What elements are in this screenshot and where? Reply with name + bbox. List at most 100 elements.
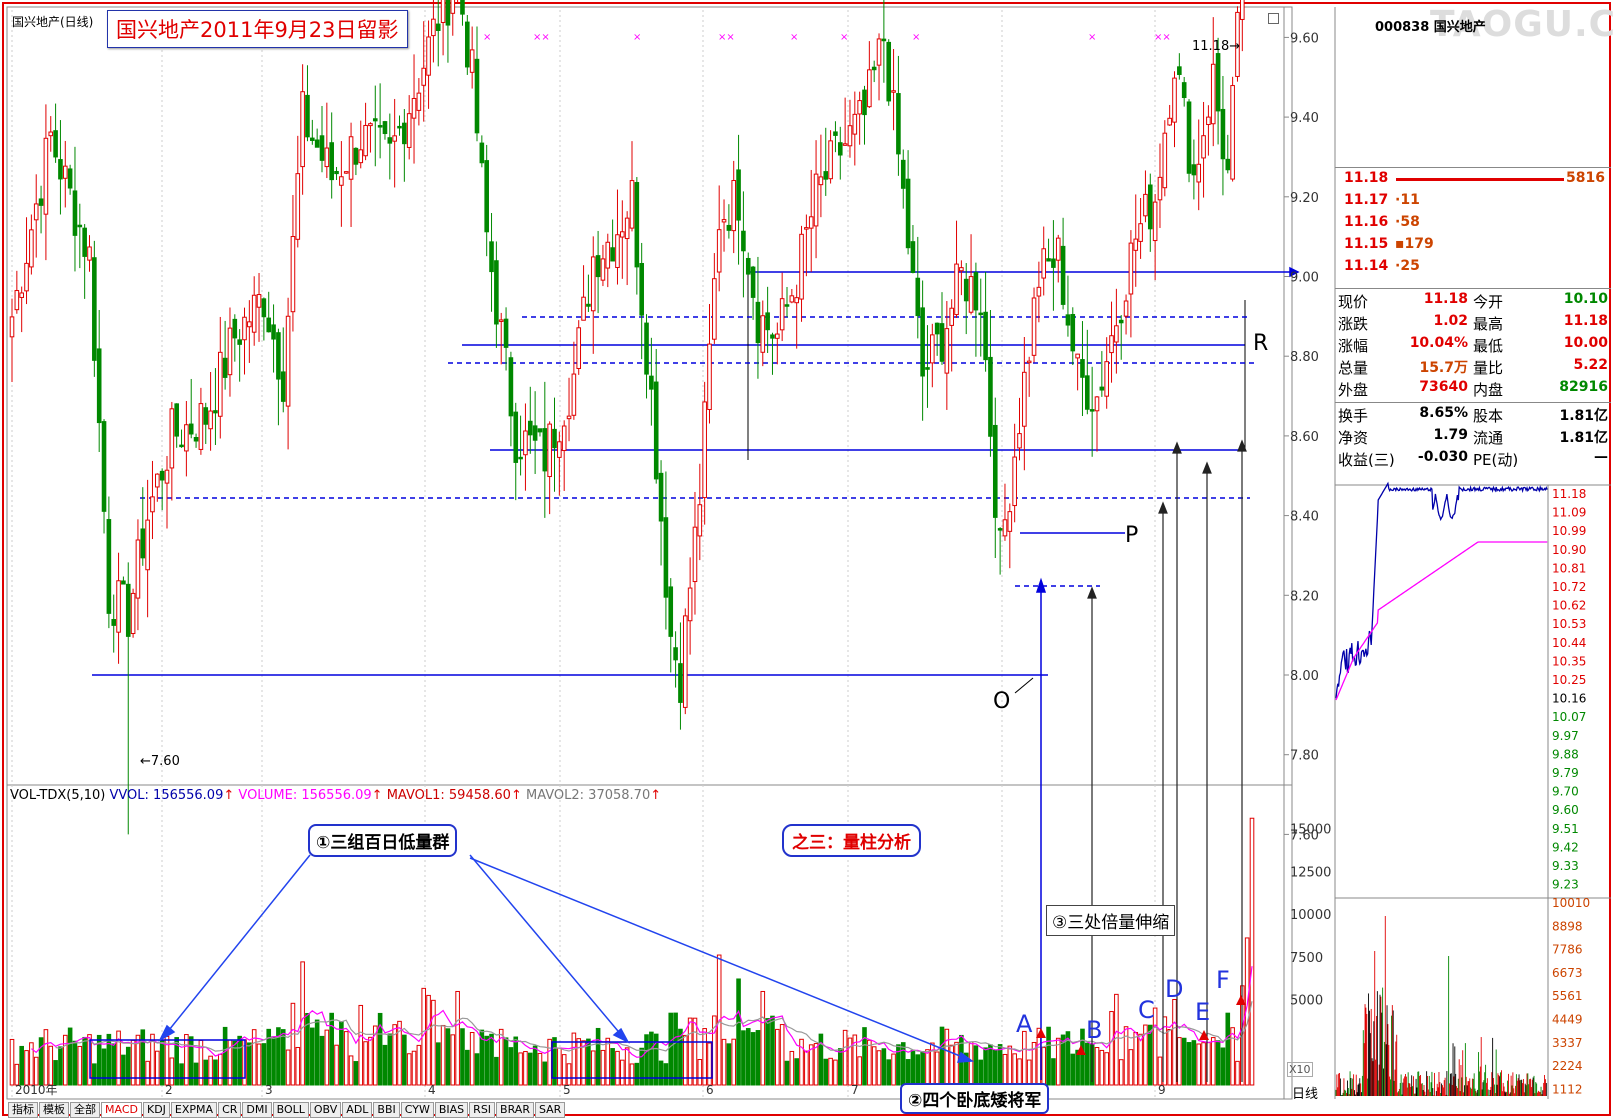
volume-bar [808,1044,814,1086]
tab-cyw[interactable]: CYW [400,1102,434,1118]
candle-body [261,298,267,318]
candle-body [1026,360,1032,364]
candle-body [484,160,489,233]
quote-value: 10.04% [1409,335,1468,351]
volume-bar [271,1036,276,1086]
svg-text:×: × [1088,32,1096,43]
volume-bar [314,1019,320,1086]
kline-chart[interactable]: × ×× × ×× × × × × ×× ←7.60 11.18→ O P R A BCDEF [0,0,1615,1120]
volume-bar [833,1059,838,1086]
volume-bar [663,1063,669,1086]
volume-bar [222,1026,228,1086]
intraday-price-line [1335,481,1548,699]
tab-bbi[interactable]: BBI [373,1102,400,1118]
tab-bias[interactable]: BIAS [434,1102,469,1118]
volume-axis: 15000 12500 10000 7500 5000 [1290,823,1331,1009]
volume-bar [24,1050,29,1086]
volume-bar [77,1045,83,1086]
tab-adl[interactable]: ADL [342,1102,373,1118]
volume-bar [1133,1031,1139,1086]
intraday-volume-tick: 2224 [1552,1059,1583,1073]
volume-bar [416,1044,422,1086]
volume-bar [310,1027,315,1086]
candle-body [673,647,678,661]
candle-body [624,217,630,240]
volume-tick: 10000 [1290,908,1331,923]
candle-body [213,410,218,414]
volume-bar [329,1012,334,1086]
candle-body [184,424,189,452]
tab-cr[interactable]: CR [218,1102,242,1118]
volume-tick: 7500 [1290,951,1323,966]
candle-body [174,403,179,437]
candle-body [498,319,504,322]
intraday-volume-tick: 3337 [1552,1036,1583,1050]
quote-label: 收益(三) [1338,451,1395,469]
volume-bar [261,1043,267,1086]
tab-boll[interactable]: BOLL [272,1102,309,1118]
min-label: ←7.60 [140,754,180,769]
volume-bar [290,1002,296,1086]
candle-body [779,298,785,331]
candle-body [193,437,199,442]
volume-bar [765,1018,770,1086]
volume-bar [920,1051,925,1086]
volume-bar [891,1053,896,1086]
tab-rsi[interactable]: RSI [469,1102,496,1118]
tab-kdj[interactable]: KDJ [142,1102,170,1118]
tab-expma[interactable]: EXPMA [170,1102,218,1118]
volume-bar [445,1028,451,1086]
quote-label: PE(动) [1473,451,1519,469]
candle-body [1206,116,1211,126]
tab-brar[interactable]: BRAR [496,1102,534,1118]
volume-bar [1138,1033,1143,1086]
period-button[interactable]: 日线 [1292,1083,1318,1102]
tab-全部[interactable]: 全部 [70,1102,100,1118]
volume-bar [1172,999,1177,1086]
candle-body [595,255,601,278]
point-labels: O P R [993,331,1268,714]
candle-body [804,227,809,230]
letter-label-b: B [1086,1016,1102,1044]
candle-body [1007,511,1013,532]
svg-text:×: × [633,32,641,43]
quote-label: 量比 [1473,359,1504,377]
volume-bar [561,1054,567,1086]
candle-body [159,470,165,481]
tab-dmi[interactable]: DMI [242,1102,272,1118]
tab-模板[interactable]: 模板 [39,1102,69,1118]
quote-value: 73640 [1419,379,1468,395]
volume-bar [944,1028,950,1086]
intraday-price-tick: 9.23 [1552,878,1579,892]
volume-bar [915,1054,921,1086]
tab-sar[interactable]: SAR [534,1102,566,1118]
quote-label: 最低 [1473,337,1504,355]
tab-macd[interactable]: MACD [101,1102,142,1118]
candle-body [1031,297,1037,356]
candle-body [435,23,441,31]
volume-bar [213,1059,218,1086]
candle-body [997,528,1003,531]
tab-指标[interactable]: 指标 [8,1102,38,1118]
tab-obv[interactable]: OBV [309,1102,342,1118]
candle-body [402,122,407,145]
volume-bar [629,1063,635,1086]
candle-body [794,297,799,304]
candle-body [343,171,349,174]
maximize-icon[interactable] [1268,13,1279,24]
month-label: 9 [1158,1083,1166,1097]
candle-body [954,263,959,316]
volume-bar [319,1035,325,1086]
candle-body [867,69,872,108]
zoom-label[interactable]: X10 [1287,1062,1313,1077]
intraday-price-tick: 9.51 [1552,822,1579,836]
candle-body [397,125,402,129]
volume-bar [668,1012,674,1086]
quote-value: 5.22 [1573,357,1608,373]
candle-body [387,137,393,144]
candle-body [82,227,87,257]
candles [9,0,1245,835]
volume-bar [818,1033,824,1086]
candle-body [33,203,39,221]
intraday-volume-tick: 4449 [1552,1013,1583,1027]
